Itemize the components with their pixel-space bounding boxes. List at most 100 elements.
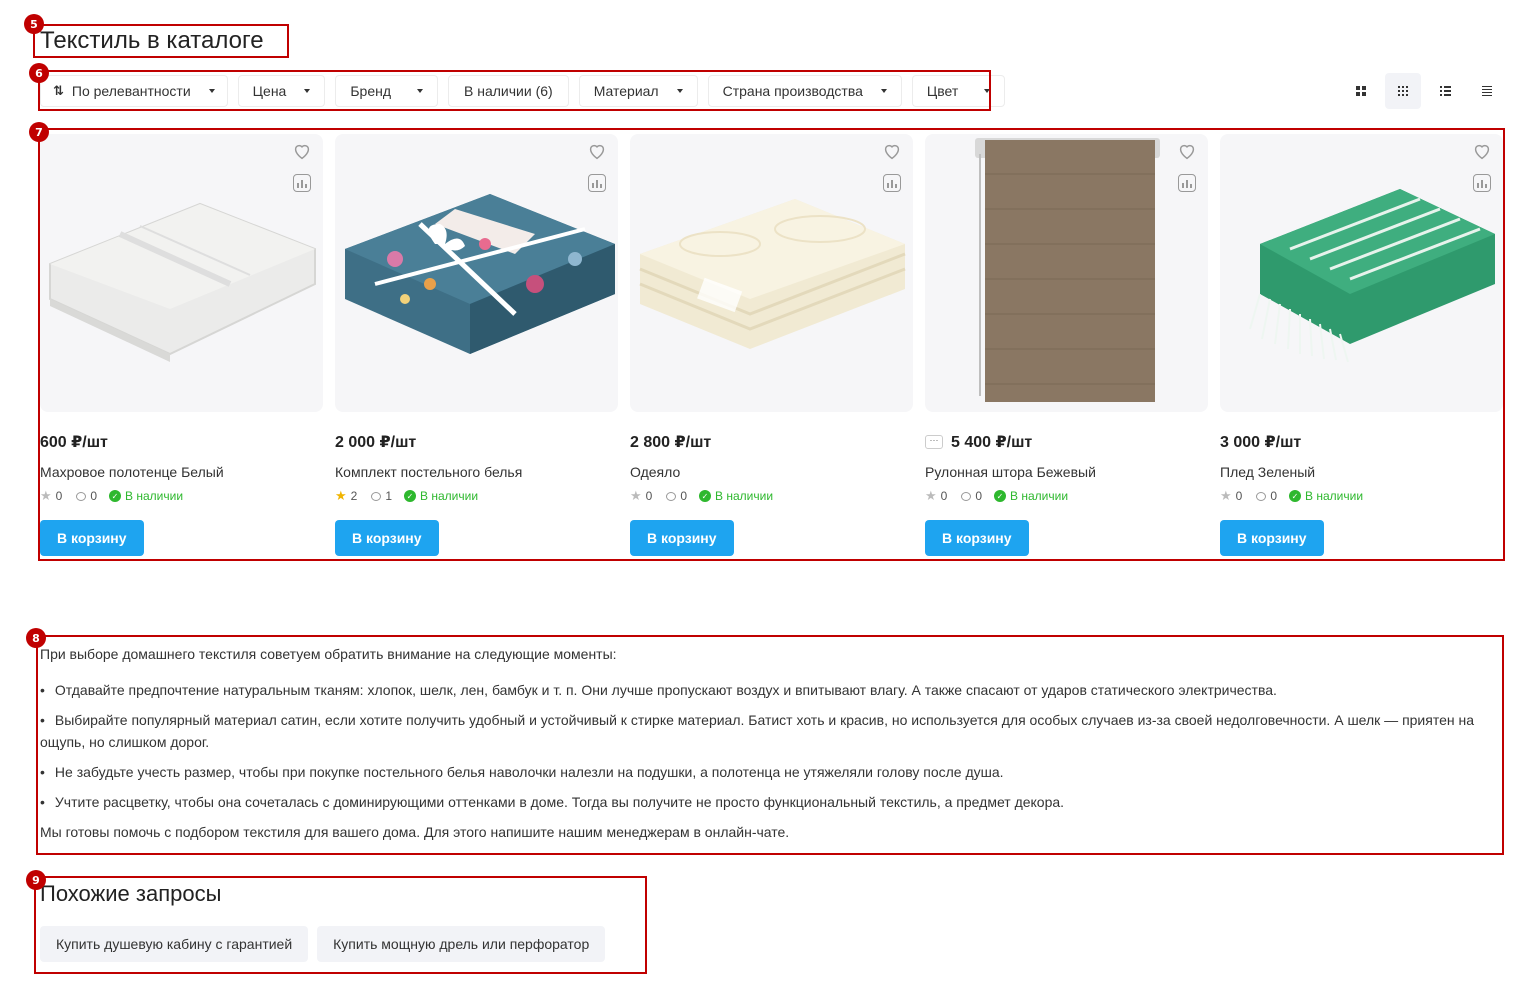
filter-bar: ⇅ По релевантности Цена Бренд В наличии … <box>40 75 1006 107</box>
compare-icon[interactable] <box>883 174 901 192</box>
compare-icon[interactable] <box>1178 174 1196 192</box>
filter-country[interactable]: Страна производства <box>707 75 902 107</box>
product-name[interactable]: Плед Зеленый <box>1220 464 1503 480</box>
blanket-image <box>639 199 906 349</box>
star-icon: ★ <box>40 488 52 503</box>
rating-count: 0 <box>645 489 653 503</box>
product-meta: ★ 0 0 ✓ В наличии <box>630 488 913 504</box>
annotation-badge: 6 <box>29 63 49 83</box>
rating-count: 2 <box>350 489 358 503</box>
sort-relevance-dropdown[interactable]: ⇅ По релевантности <box>40 75 228 107</box>
product-price: 5 400 ₽/шт <box>951 434 1033 451</box>
filter-label: Цена <box>252 83 287 99</box>
heart-icon[interactable] <box>881 140 903 162</box>
description-bullet: Учтите расцветку, чтобы она сочеталась с… <box>40 791 1490 813</box>
heart-icon[interactable] <box>291 140 313 162</box>
product-meta: ★ 0 0 ✓ В наличии <box>40 488 323 504</box>
check-icon: ✓ <box>699 490 712 502</box>
product-meta: ★ 0 0 ✓ В наличии <box>1220 488 1503 504</box>
compare-icon[interactable] <box>1473 174 1491 192</box>
star-icon: ★ <box>925 488 937 503</box>
annotation-badge: 9 <box>26 870 46 890</box>
description-outro: Мы готовы помочь с подбором текстиля для… <box>40 824 790 840</box>
check-icon: ✓ <box>1289 490 1302 502</box>
view-grid-small-button[interactable] <box>1385 73 1421 109</box>
product-price: 2 000 ₽/шт <box>335 434 417 451</box>
filter-label: Страна производства <box>722 83 863 99</box>
filter-material[interactable]: Материал <box>578 75 698 107</box>
product-image[interactable] <box>40 134 323 412</box>
check-icon: ✓ <box>109 490 122 502</box>
product-image[interactable] <box>335 134 618 412</box>
product-card: 600 ₽/шт Махровое полотенце Белый ★ 0 0 … <box>40 134 323 556</box>
stock-status: ✓ В наличии <box>1289 489 1363 503</box>
heart-icon[interactable] <box>1176 140 1198 162</box>
sort-icon: ⇅ <box>53 83 64 98</box>
product-name[interactable]: Одеяло <box>630 464 913 480</box>
product-card: 3 000 ₽/шт Плед Зеленый ★ 0 0 ✓ В наличии… <box>1220 134 1503 556</box>
similar-queries-title: Похожие запросы <box>40 881 222 906</box>
roller-blind-image <box>975 138 1160 402</box>
seo-description: При выборе домашнего текстиля советуем о… <box>40 643 1490 851</box>
star-icon: ★ <box>630 488 642 503</box>
stock-status: ✓ В наличии <box>109 489 183 503</box>
review-count: 0 <box>90 489 98 503</box>
filter-label: По релевантности <box>71 83 191 99</box>
product-grid: 600 ₽/шт Махровое полотенце Белый ★ 0 0 … <box>40 134 1503 556</box>
annotation-badge: 8 <box>26 628 46 648</box>
similar-query-tag[interactable]: Купить мощную дрель или перфоратор <box>317 926 606 962</box>
product-name[interactable]: Комплект постельного белья <box>335 464 618 480</box>
description-intro: При выборе домашнего текстиля советуем о… <box>40 646 617 662</box>
annotation-badge: 7 <box>29 122 49 142</box>
similar-query-tag[interactable]: Купить душевую кабину с гарантией <box>40 926 309 962</box>
list-icon <box>1439 86 1451 96</box>
view-list-button[interactable] <box>1427 73 1463 109</box>
stock-status: ✓ В наличии <box>699 489 773 503</box>
rating-count: 0 <box>1235 489 1243 503</box>
description-bullet: Отдавайте предпочтение натуральным тканя… <box>40 679 1490 701</box>
grid-small-icon <box>1398 86 1408 96</box>
comment-icon <box>961 491 972 501</box>
review-count: 0 <box>1270 489 1278 503</box>
view-grid-large-button[interactable] <box>1343 73 1379 109</box>
star-icon: ★ <box>335 488 347 503</box>
more-options-icon[interactable]: ··· <box>925 435 943 449</box>
filter-in-stock[interactable]: В наличии (6) <box>448 75 569 107</box>
filter-price[interactable]: Цена <box>237 75 326 107</box>
description-bullet: Не забудьте учесть размер, чтобы при пок… <box>40 761 1490 783</box>
add-to-cart-button[interactable]: В корзину <box>630 520 734 556</box>
add-to-cart-button[interactable]: В корзину <box>40 520 144 556</box>
product-meta: ★ 0 0 ✓ В наличии <box>925 488 1208 504</box>
review-count: 0 <box>680 489 688 503</box>
product-name[interactable]: Рулонная штора Бежевый <box>925 464 1208 480</box>
list-compact-icon <box>1482 85 1492 97</box>
view-list-compact-button[interactable] <box>1469 73 1505 109</box>
star-icon: ★ <box>1220 488 1232 503</box>
compare-icon[interactable] <box>293 174 311 192</box>
product-image[interactable] <box>925 134 1208 412</box>
annotation-badge: 5 <box>24 14 44 34</box>
product-image[interactable] <box>1220 134 1503 412</box>
stock-status: ✓ В наличии <box>994 489 1068 503</box>
comment-icon <box>666 491 677 501</box>
plaid-image <box>1249 189 1495 363</box>
compare-icon[interactable] <box>588 174 606 192</box>
heart-icon[interactable] <box>586 140 608 162</box>
filter-color[interactable]: Цвет <box>911 75 1006 107</box>
product-price: 3 000 ₽/шт <box>1220 434 1302 451</box>
heart-icon[interactable] <box>1471 140 1493 162</box>
comment-icon <box>371 491 382 501</box>
caret-down-icon <box>984 89 991 93</box>
caret-down-icon <box>417 89 424 93</box>
filter-brand[interactable]: Бренд <box>335 75 439 107</box>
add-to-cart-button[interactable]: В корзину <box>335 520 439 556</box>
product-card: 2 800 ₽/шт Одеяло ★ 0 0 ✓ В наличии В кор… <box>630 134 913 556</box>
grid-large-icon <box>1356 86 1366 96</box>
add-to-cart-button[interactable]: В корзину <box>925 520 1029 556</box>
product-name[interactable]: Махровое полотенце Белый <box>40 464 323 480</box>
product-meta: ★ 2 1 ✓ В наличии <box>335 488 618 504</box>
product-image[interactable] <box>630 134 913 412</box>
check-icon: ✓ <box>404 490 417 502</box>
add-to-cart-button[interactable]: В корзину <box>1220 520 1324 556</box>
caret-down-icon <box>304 89 311 93</box>
